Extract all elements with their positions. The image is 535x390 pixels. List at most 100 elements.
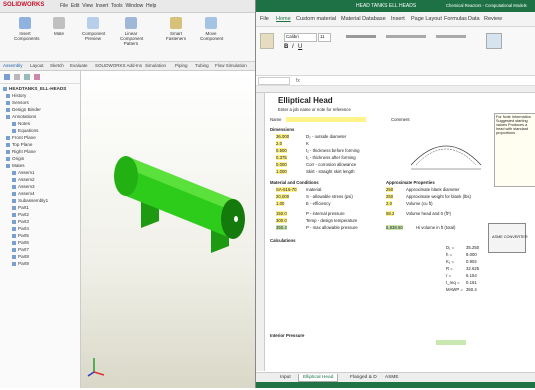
result-treq: 0.161 xyxy=(466,280,477,285)
sw-menu-tools[interactable]: Tools xyxy=(111,3,123,9)
assembly-icon xyxy=(3,86,7,91)
mat-temp[interactable]: 300.0 xyxy=(276,218,287,223)
tab-file[interactable]: File xyxy=(260,16,269,22)
sheet-tab-elliptical-head[interactable]: Elliptical Head xyxy=(298,374,339,382)
conditional-format-icon[interactable] xyxy=(486,33,502,49)
tab-review[interactable]: Review xyxy=(484,16,502,22)
tree-item[interactable]: Part9 xyxy=(12,261,29,266)
tab-evaluate[interactable]: Evaluate xyxy=(70,63,88,68)
dim-skirt[interactable]: 1.000 xyxy=(276,169,287,174)
paste-icon[interactable] xyxy=(260,33,274,49)
tank-model[interactable] xyxy=(81,71,260,388)
underline-icon[interactable]: U xyxy=(298,44,302,50)
tree-root[interactable]: HEADTANKS_ELL-HEADS xyxy=(3,86,66,91)
italic-icon[interactable]: I xyxy=(292,44,294,50)
dim-t-after[interactable]: 0.375 xyxy=(276,155,287,160)
dim-k[interactable]: 2.0 xyxy=(276,141,282,146)
tab-home[interactable]: Home xyxy=(276,16,291,22)
sw-menu-view[interactable]: View xyxy=(82,3,93,9)
tree-item[interactable]: Part5 xyxy=(12,233,29,238)
annotation-icon xyxy=(6,114,10,119)
tree-item[interactable]: Equations xyxy=(12,128,38,133)
tree-item[interactable]: Assem1 xyxy=(12,170,35,175)
tree-item[interactable]: Part1 xyxy=(12,205,29,210)
sheet-subtitle: Enter a job name or note for reference xyxy=(278,107,351,112)
mat-name[interactable]: SA-516-70 xyxy=(276,187,297,192)
tab-tubing[interactable]: Tubing xyxy=(195,63,209,68)
component-preview-button[interactable]: Component Preview xyxy=(82,17,105,41)
number-format-icon[interactable] xyxy=(436,35,466,38)
align-icon[interactable] xyxy=(346,35,376,38)
move-component-button[interactable]: Move Component xyxy=(200,17,223,41)
tab-sketch[interactable]: Sketch xyxy=(50,63,64,68)
graphics-viewport[interactable] xyxy=(81,71,260,388)
font-name-select[interactable]: Calibri xyxy=(284,33,317,42)
property-icon[interactable] xyxy=(14,74,20,80)
tab-addins[interactable]: SOLIDWORKS Add-Ins xyxy=(95,63,142,68)
name-input[interactable] xyxy=(286,117,366,122)
sw-menu-file[interactable]: File xyxy=(60,3,68,9)
tree-item[interactable]: Front Plane xyxy=(6,135,36,140)
tree-item[interactable]: Assem2 xyxy=(12,177,35,182)
tree-item[interactable]: Right Plane xyxy=(6,149,36,154)
tab-formulas[interactable]: Formulas xyxy=(444,16,467,22)
tree-item[interactable]: Design Binder xyxy=(6,107,41,112)
tree-item[interactable]: Part4 xyxy=(12,226,29,231)
smart-fasteners-button[interactable]: Smart Fasteners xyxy=(165,17,187,41)
sheet-tab-flanged[interactable]: Flanged & D xyxy=(346,374,381,381)
sw-menu-edit[interactable]: Edit xyxy=(71,3,80,9)
tree-item[interactable]: Part7 xyxy=(12,247,29,252)
tree-item[interactable]: Assem4 xyxy=(12,191,35,196)
tree-item[interactable]: Notes xyxy=(12,121,30,126)
tree-item[interactable]: Part8 xyxy=(12,254,29,259)
tree-item[interactable]: Part6 xyxy=(12,240,29,245)
solidworks-logo: SOLIDWORKS xyxy=(3,2,45,8)
tab-data[interactable]: Data xyxy=(468,16,480,22)
tab-flow-simulation[interactable]: Flow Simulation xyxy=(215,63,247,68)
mat-pressure[interactable]: 150.0 xyxy=(276,211,287,216)
sw-menu-window[interactable]: Window xyxy=(125,3,143,9)
sw-menu-help[interactable]: Help xyxy=(146,3,156,9)
appearance-icon[interactable] xyxy=(34,74,40,80)
mate-button[interactable]: Mate xyxy=(48,17,70,36)
tree-item[interactable]: Origin xyxy=(6,156,24,161)
wrap-text-icon[interactable] xyxy=(386,35,426,38)
insert-components-button[interactable]: Insert Components xyxy=(14,17,40,41)
tree-item[interactable]: History xyxy=(6,93,26,98)
tree-item[interactable]: Part2 xyxy=(12,212,29,217)
sheet-tab-input[interactable]: Input xyxy=(276,374,295,381)
asme-converter-button[interactable]: ASME CONVERTER xyxy=(488,223,528,253)
worksheet-grid[interactable]: Elliptical Head Enter a job name or note… xyxy=(256,93,535,371)
tree-item[interactable]: Assem3 xyxy=(12,184,35,189)
dim-od[interactable]: 36.000 xyxy=(276,134,290,139)
tab-piping[interactable]: Piping xyxy=(175,63,188,68)
tree-item[interactable]: Annotations xyxy=(6,114,36,119)
tree-item[interactable]: Subassembly1 xyxy=(12,198,48,203)
dim-corr[interactable]: 0.000 xyxy=(276,162,287,167)
tab-insert[interactable]: Insert xyxy=(391,16,405,22)
formula-bar[interactable]: fx xyxy=(256,76,535,86)
tree-item[interactable]: Top Plane xyxy=(6,142,32,147)
tree-item[interactable]: Sensors xyxy=(6,100,29,105)
sw-menu-insert[interactable]: Insert xyxy=(96,3,109,9)
tab-page-layout[interactable]: Page Layout xyxy=(411,16,442,22)
tab-custom-material[interactable]: Custom material xyxy=(296,16,336,22)
name-box[interactable] xyxy=(258,77,290,85)
bold-icon[interactable]: B xyxy=(284,44,288,50)
feature-tree-icon[interactable] xyxy=(4,74,10,80)
tab-layout[interactable]: Layout xyxy=(30,63,44,68)
config-icon[interactable] xyxy=(24,74,30,80)
tab-assembly[interactable]: Assembly xyxy=(3,63,23,68)
mat-efficiency[interactable]: 1.00 xyxy=(276,201,285,206)
tab-material-database[interactable]: Material Database xyxy=(341,16,386,22)
tree-item[interactable]: Mates xyxy=(6,163,25,168)
tree-item[interactable]: Part3 xyxy=(12,219,29,224)
font-size-select[interactable]: 11 xyxy=(318,33,331,42)
excel-title-bar: HEAD TANKS ELL HEADS Chemical Reactors -… xyxy=(256,0,535,12)
sheet-tab-asme[interactable]: ASME xyxy=(381,374,403,381)
mat-stress[interactable]: 20,000 xyxy=(276,194,290,199)
linear-pattern-button[interactable]: Linear Component Pattern xyxy=(120,17,143,46)
dim-t-before[interactable]: 0.500 xyxy=(276,148,287,153)
tab-simulation[interactable]: Simulation xyxy=(145,63,166,68)
insert-components-icon xyxy=(19,17,31,29)
